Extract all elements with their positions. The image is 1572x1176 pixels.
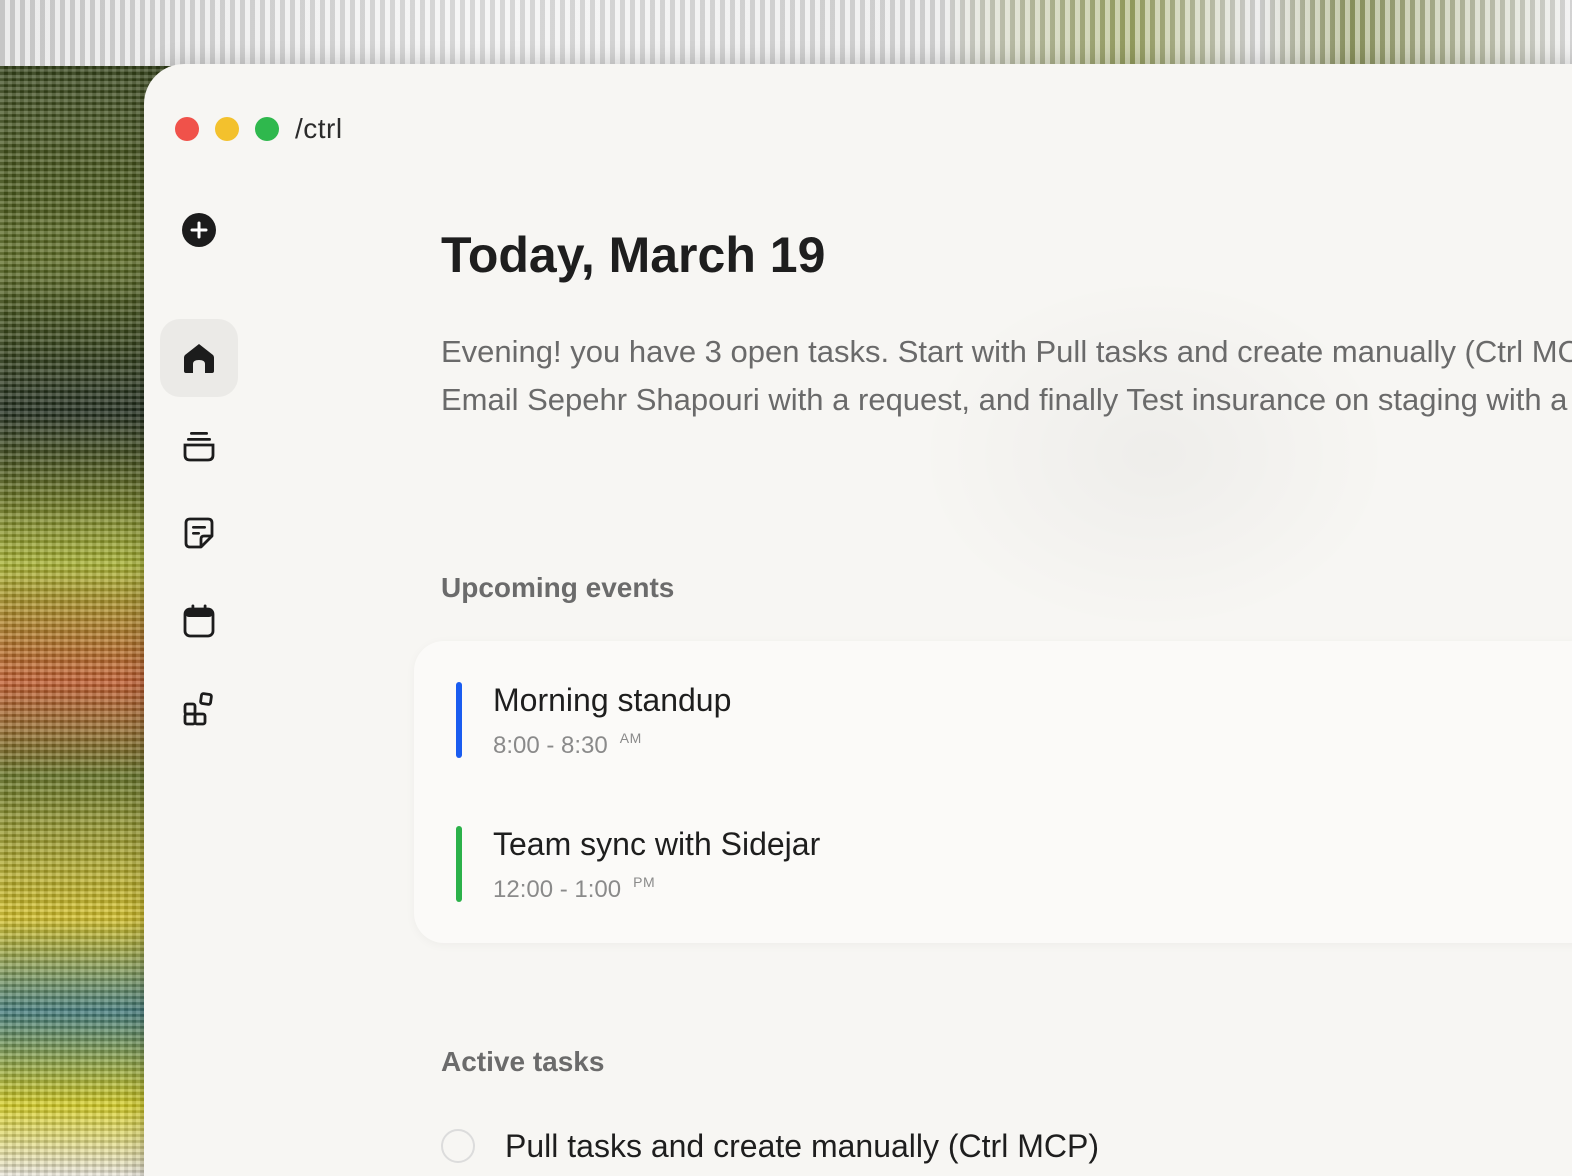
- event-color-bar: [456, 682, 462, 758]
- event-item[interactable]: Team sync with Sidejar 12:00 - 1:00 PM: [456, 826, 1556, 904]
- sidebar-item-notes[interactable]: [160, 494, 238, 572]
- event-name: Morning standup: [493, 682, 732, 718]
- event-item[interactable]: Morning standup 8:00 - 8:30 AM: [456, 682, 1556, 760]
- task-label: Pull tasks and create manually (Ctrl MCP…: [505, 1128, 1099, 1164]
- home-icon: [184, 344, 214, 373]
- maximize-window-button[interactable]: [255, 117, 279, 141]
- sidebar-item-home[interactable]: [160, 319, 238, 397]
- daily-summary: Evening! you have 3 open tasks. Start wi…: [441, 334, 1572, 417]
- task-checkbox[interactable]: [441, 1129, 475, 1163]
- event-name: Team sync with Sidejar: [493, 826, 821, 862]
- event-color-bar: [456, 826, 462, 902]
- plus-circle-icon: [182, 213, 216, 247]
- event-time: 8:00 - 8:30 AM: [493, 730, 642, 759]
- sidebar-item-calendar[interactable]: [160, 582, 238, 660]
- minimize-window-button[interactable]: [215, 117, 239, 141]
- calendar-icon: [183, 604, 215, 638]
- page-title: Today, March 19: [441, 227, 826, 283]
- stack-icon: [183, 432, 215, 462]
- note-icon: [184, 517, 214, 549]
- apps-icon: [183, 692, 213, 726]
- active-tasks-heading: Active tasks: [441, 1046, 605, 1077]
- upcoming-events-heading: Upcoming events: [441, 572, 675, 603]
- upcoming-events-card: Morning standup 8:00 - 8:30 AM Team sync …: [414, 641, 1572, 943]
- app-title: /ctrl: [295, 113, 343, 144]
- sidebar-item-stack[interactable]: [160, 407, 238, 485]
- close-window-button[interactable]: [175, 117, 199, 141]
- app-window: /ctrl Today, March 19 Evening! you have …: [144, 64, 1572, 1176]
- sidebar-item-integrations[interactable]: [160, 670, 238, 748]
- task-item[interactable]: Pull tasks and create manually (Ctrl MCP…: [441, 1128, 1441, 1168]
- new-item-button[interactable]: [160, 191, 238, 269]
- desktop-wallpaper: [0, 0, 1572, 66]
- event-time: 12:00 - 1:00 PM: [493, 874, 656, 903]
- title-bar: /ctrl: [144, 64, 1572, 194]
